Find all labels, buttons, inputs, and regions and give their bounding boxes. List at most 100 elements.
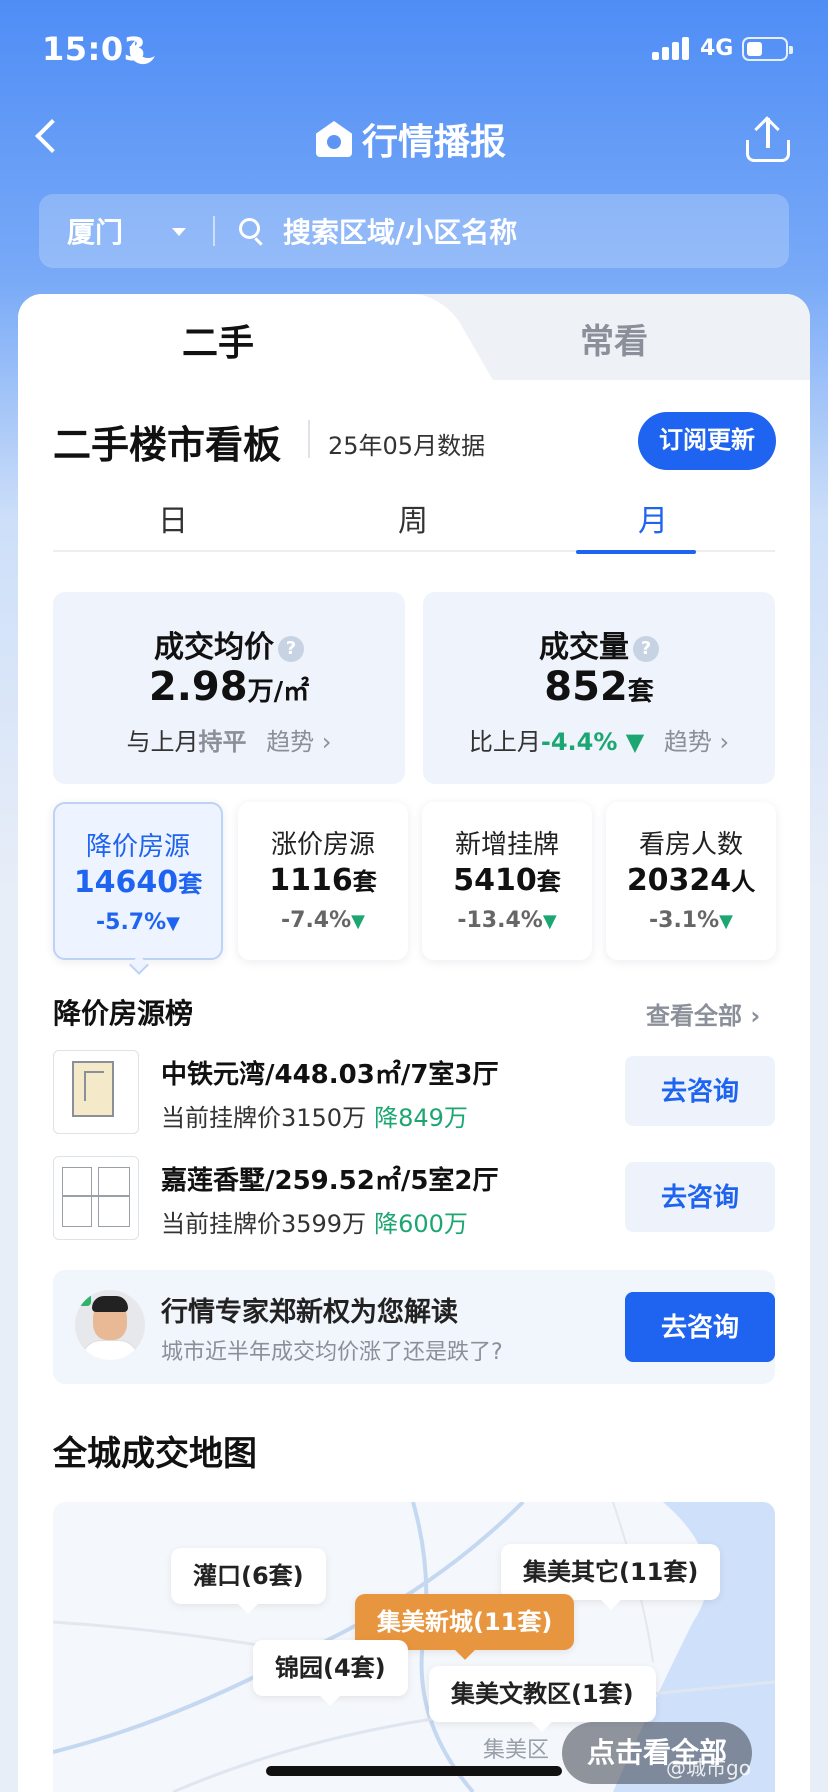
map-pin-jinyuan[interactable]: 锦园(4套)	[253, 1640, 408, 1696]
verified-tag-icon	[75, 1290, 91, 1306]
see-all-link[interactable]: 查看全部 ›	[646, 996, 760, 1031]
search-bar[interactable]: 厦门 搜索区域/小区名称	[39, 194, 789, 268]
price-cut-listings-card[interactable]: 降价房源 14640套 -5.7%▼	[53, 802, 223, 960]
volume-unit: 套	[627, 677, 654, 707]
down-triangle-icon: ▼	[166, 913, 180, 934]
stat-unit: 套	[178, 870, 203, 898]
list-item[interactable]: 嘉莲香墅/259.52㎡/5室2厅 当前挂牌价3599万 降600万 去咨询	[53, 1156, 775, 1242]
expert-consult-button[interactable]: 去咨询	[625, 1292, 775, 1362]
stat-value: 14640	[73, 865, 179, 900]
stat-value: 5410	[453, 863, 537, 898]
house-logo-icon	[314, 119, 354, 159]
expert-subtitle: 城市近半年成交均价涨了还是跌了?	[161, 1340, 503, 1365]
help-icon[interactable]: ?	[278, 636, 304, 662]
floorplan-thumbnail[interactable]	[53, 1156, 139, 1240]
stat-change: -5.7%	[96, 910, 167, 935]
viewers-card[interactable]: 看房人数 20324人 -3.1%▼	[606, 802, 776, 960]
stat-change: -13.4%	[457, 908, 543, 933]
home-indicator[interactable]	[266, 1766, 562, 1776]
listing-price: 当前挂牌价3150万	[161, 1104, 367, 1132]
map-pin-guankou[interactable]: 灌口(6套)	[171, 1548, 326, 1604]
subscribe-button[interactable]: 订阅更新	[638, 412, 776, 470]
share-icon[interactable]	[746, 116, 790, 162]
battery-icon	[742, 37, 793, 61]
page-title: 行情播报	[314, 114, 506, 164]
map-pin-jimei-education[interactable]: 集美文教区(1套)	[429, 1666, 656, 1722]
stat-unit: 套	[352, 868, 377, 896]
consult-button[interactable]: 去咨询	[625, 1056, 775, 1126]
avg-price-compare-prefix: 与上月	[126, 728, 199, 756]
consult-button[interactable]: 去咨询	[625, 1162, 775, 1232]
board-divider	[308, 420, 310, 458]
down-triangle-icon: ▼	[351, 911, 365, 932]
board-title: 二手楼市看板	[53, 423, 282, 467]
board-date: 25年05月数据	[328, 432, 486, 460]
signal-icon	[652, 36, 692, 60]
stat-unit: 套	[536, 868, 561, 896]
avg-price-value: 2.98	[148, 664, 248, 710]
stat-label: 看房人数	[638, 830, 743, 860]
avg-price-trend-label: 趋势	[266, 728, 315, 756]
city-selector[interactable]: 厦门	[67, 211, 123, 251]
tab-secondhand[interactable]: 二手	[182, 314, 254, 366]
listing-title[interactable]: 嘉莲香墅/259.52㎡/5室2厅	[161, 1160, 499, 1197]
stat-label: 新增挂牌	[454, 830, 559, 860]
floorplan-thumbnail[interactable]	[53, 1050, 139, 1134]
tab-bar: 二手 常看	[18, 294, 810, 380]
down-triangle-icon: ▼	[542, 911, 557, 932]
stat-value: 20324	[626, 863, 732, 898]
chevron-right-icon: ›	[719, 728, 730, 756]
stat-value: 1116	[269, 863, 353, 898]
stat-label: 降价房源	[85, 832, 190, 862]
see-all-label: 查看全部	[646, 1002, 742, 1030]
period-tabs: 日 周 月	[53, 490, 775, 552]
avg-price-card[interactable]: 成交均价? 2.98万/㎡ 与上月持平 趋势 ›	[53, 592, 405, 784]
map-pin-jimei-other[interactable]: 集美其它(11套)	[501, 1544, 721, 1600]
page-title-text: 行情播报	[362, 122, 507, 163]
stat-change: -3.1%	[649, 908, 720, 933]
status-time: 15:03	[42, 30, 147, 68]
expert-title: 行情专家郑新权为您解读	[161, 1297, 458, 1328]
status-bar: 15:03 4G	[0, 0, 828, 100]
new-listings-card[interactable]: 新增挂牌 5410套 -13.4%▼	[422, 802, 592, 960]
listing-title[interactable]: 中铁元湾/448.03㎡/7室3厅	[161, 1054, 499, 1091]
period-month[interactable]: 月	[593, 496, 713, 540]
ranking-title: 降价房源榜	[53, 997, 194, 1030]
price-rise-listings-card[interactable]: 涨价房源 1116套 -7.4%▼	[238, 802, 408, 960]
tab-frequent[interactable]: 常看	[580, 314, 648, 363]
search-input[interactable]: 搜索区域/小区名称	[283, 211, 517, 251]
period-week[interactable]: 周	[353, 496, 473, 540]
listing-drop: 降600万	[374, 1210, 468, 1238]
map-area-label: 集美区	[483, 1738, 550, 1763]
period-day[interactable]: 日	[113, 496, 233, 540]
avg-price-label: 成交均价	[154, 630, 274, 665]
main-card: 二手 常看 二手楼市看板 25年05月数据 订阅更新 日 周 月 成交均价? 2…	[18, 294, 810, 1792]
back-icon[interactable]	[35, 119, 69, 153]
stat-unit: 人	[731, 868, 756, 896]
volume-card[interactable]: 成交量? 852套 比上月-4.4% ▼ 趋势 ›	[423, 592, 775, 784]
listing-price: 当前挂牌价3599万	[161, 1210, 367, 1238]
down-triangle-icon: ▼	[719, 911, 733, 932]
chevron-right-icon: ›	[321, 728, 332, 756]
avg-price-compare-value: 持平	[198, 728, 247, 756]
search-icon	[239, 218, 265, 246]
volume-compare-value: -4.4%	[540, 728, 618, 756]
volume-trend-label: 趋势	[663, 728, 712, 756]
avatar	[75, 1290, 145, 1360]
watermark: @城市go	[666, 1756, 751, 1780]
network-label: 4G	[700, 36, 734, 61]
volume-compare-prefix: 比上月	[468, 728, 541, 756]
list-item[interactable]: 中铁元湾/448.03㎡/7室3厅 当前挂牌价3150万 降849万 去咨询	[53, 1050, 775, 1136]
help-icon[interactable]: ?	[633, 636, 659, 662]
volume-trend-link[interactable]: 趋势 ›	[664, 728, 729, 756]
down-triangle-icon: ▼	[617, 728, 645, 756]
chevron-right-icon: ›	[750, 1002, 761, 1030]
listing-drop: 降849万	[374, 1104, 468, 1132]
stat-label: 涨价房源	[270, 830, 375, 860]
expert-banner[interactable]: 行情专家郑新权为您解读 城市近半年成交均价涨了还是跌了? 去咨询	[53, 1270, 775, 1384]
volume-value: 852	[544, 664, 628, 710]
caret-down-icon[interactable]	[172, 228, 186, 236]
avg-price-trend-link[interactable]: 趋势 ›	[266, 728, 331, 756]
period-active-indicator	[576, 550, 696, 554]
search-divider	[213, 216, 215, 246]
